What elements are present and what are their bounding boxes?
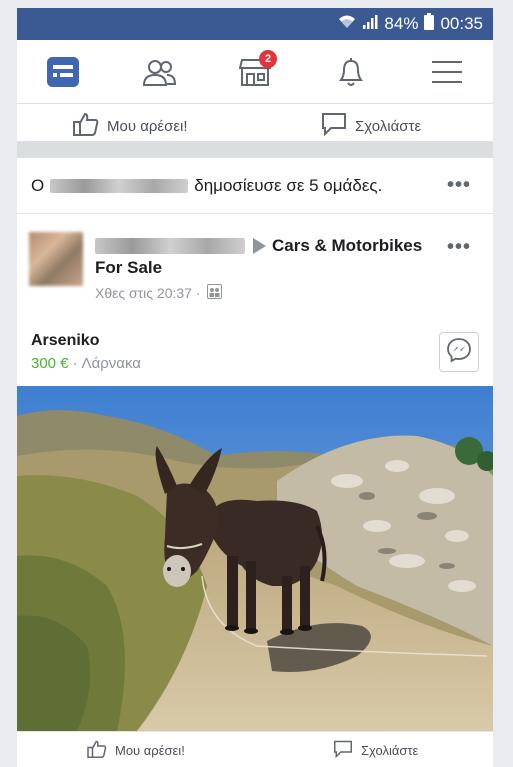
friends-icon[interactable] bbox=[141, 54, 177, 90]
group-audience-icon bbox=[206, 284, 222, 302]
item-title: Arseniko bbox=[31, 332, 100, 349]
marketplace-icon[interactable]: 2 bbox=[237, 50, 277, 90]
comment-icon bbox=[333, 740, 353, 761]
meta-separator: · bbox=[72, 355, 78, 372]
blurred-name[interactable] bbox=[50, 179, 189, 193]
comment-button[interactable]: Σχολιάστε bbox=[321, 112, 421, 140]
marketplace-post: Cars & Motorbikes ••• For Sale Χθες στις… bbox=[17, 214, 493, 767]
clock: 00:35 bbox=[440, 14, 483, 33]
group-name[interactable]: Cars & Motorbikes bbox=[272, 236, 422, 256]
status-bar: 84% 00:35 bbox=[17, 8, 493, 40]
marketplace-badge: 2 bbox=[259, 50, 277, 68]
avatar[interactable] bbox=[29, 232, 83, 286]
post-subtitle: For Sale bbox=[95, 258, 163, 277]
top-nav: 2 bbox=[17, 40, 493, 104]
post-title: Cars & Motorbikes bbox=[89, 236, 422, 256]
share-more-button[interactable]: ••• bbox=[447, 174, 471, 197]
item-price: 300 € bbox=[31, 355, 69, 372]
signal-icon bbox=[362, 14, 378, 35]
comment-label: Σχολιάστε bbox=[361, 743, 419, 758]
item-meta: 300 € · Λάρνακα bbox=[31, 355, 141, 372]
like-button[interactable]: Μου αρέσει! bbox=[73, 112, 188, 140]
messenger-icon bbox=[446, 337, 472, 368]
post-actions: Μου αρέσει! Σχολιάστε bbox=[17, 731, 493, 767]
battery-icon bbox=[424, 13, 435, 35]
thumbs-up-icon bbox=[87, 740, 107, 761]
timestamp-text: Χθες στις 20:37 · bbox=[95, 285, 201, 301]
hamburger-icon[interactable] bbox=[429, 54, 465, 90]
like-label: Μου αρέσει! bbox=[115, 743, 185, 758]
battery-percent: 84% bbox=[384, 14, 419, 33]
comment-button[interactable]: Σχολιάστε bbox=[333, 740, 418, 761]
arrow-right-icon bbox=[253, 238, 266, 254]
item-location: Λάρνακα bbox=[81, 355, 141, 372]
wifi-icon bbox=[338, 14, 356, 35]
like-label: Μου αρέσει! bbox=[107, 117, 188, 135]
thumbs-up-icon bbox=[73, 112, 99, 140]
phone-screen: 84% 00:35 2 Μου αρέσει! Σχολιάστε Ο δημο… bbox=[17, 8, 493, 767]
previous-post-actions: Μου αρέσει! Σχολιάστε bbox=[17, 104, 493, 142]
post-more-button[interactable]: ••• bbox=[447, 236, 471, 259]
share-suffix: δημοσίευσε σε 5 ομάδες. bbox=[194, 176, 383, 195]
post-photo[interactable] bbox=[17, 386, 493, 731]
comment-label: Σχολιάστε bbox=[355, 117, 422, 135]
blurred-author[interactable] bbox=[95, 238, 245, 254]
post-timestamp[interactable]: Χθες στις 20:37 · bbox=[95, 284, 222, 302]
news-feed-icon[interactable] bbox=[45, 54, 81, 90]
share-header: Ο δημοσίευσε σε 5 ομάδες. ••• bbox=[17, 158, 493, 214]
comment-icon bbox=[321, 112, 347, 140]
messenger-button[interactable] bbox=[439, 332, 479, 372]
bell-icon[interactable] bbox=[333, 54, 369, 90]
feed-divider bbox=[17, 142, 493, 158]
like-button[interactable]: Μου αρέσει! bbox=[87, 740, 185, 761]
share-prefix: Ο bbox=[31, 176, 45, 195]
